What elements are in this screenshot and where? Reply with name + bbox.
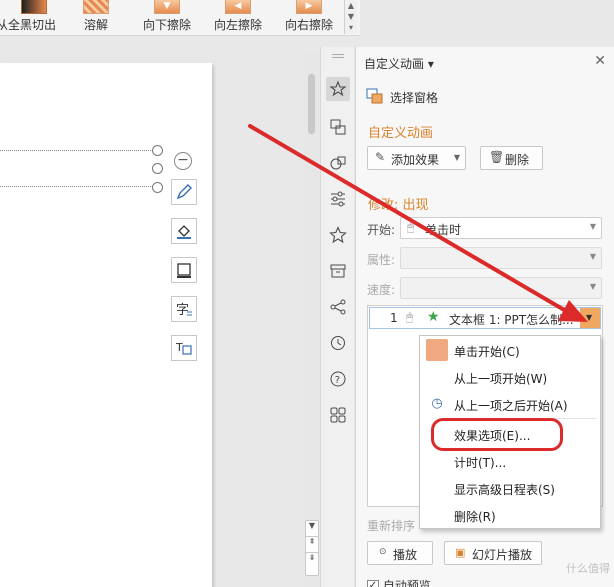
- watermark: 什么值得: [566, 562, 610, 575]
- red-arrow-annotation: [248, 124, 588, 322]
